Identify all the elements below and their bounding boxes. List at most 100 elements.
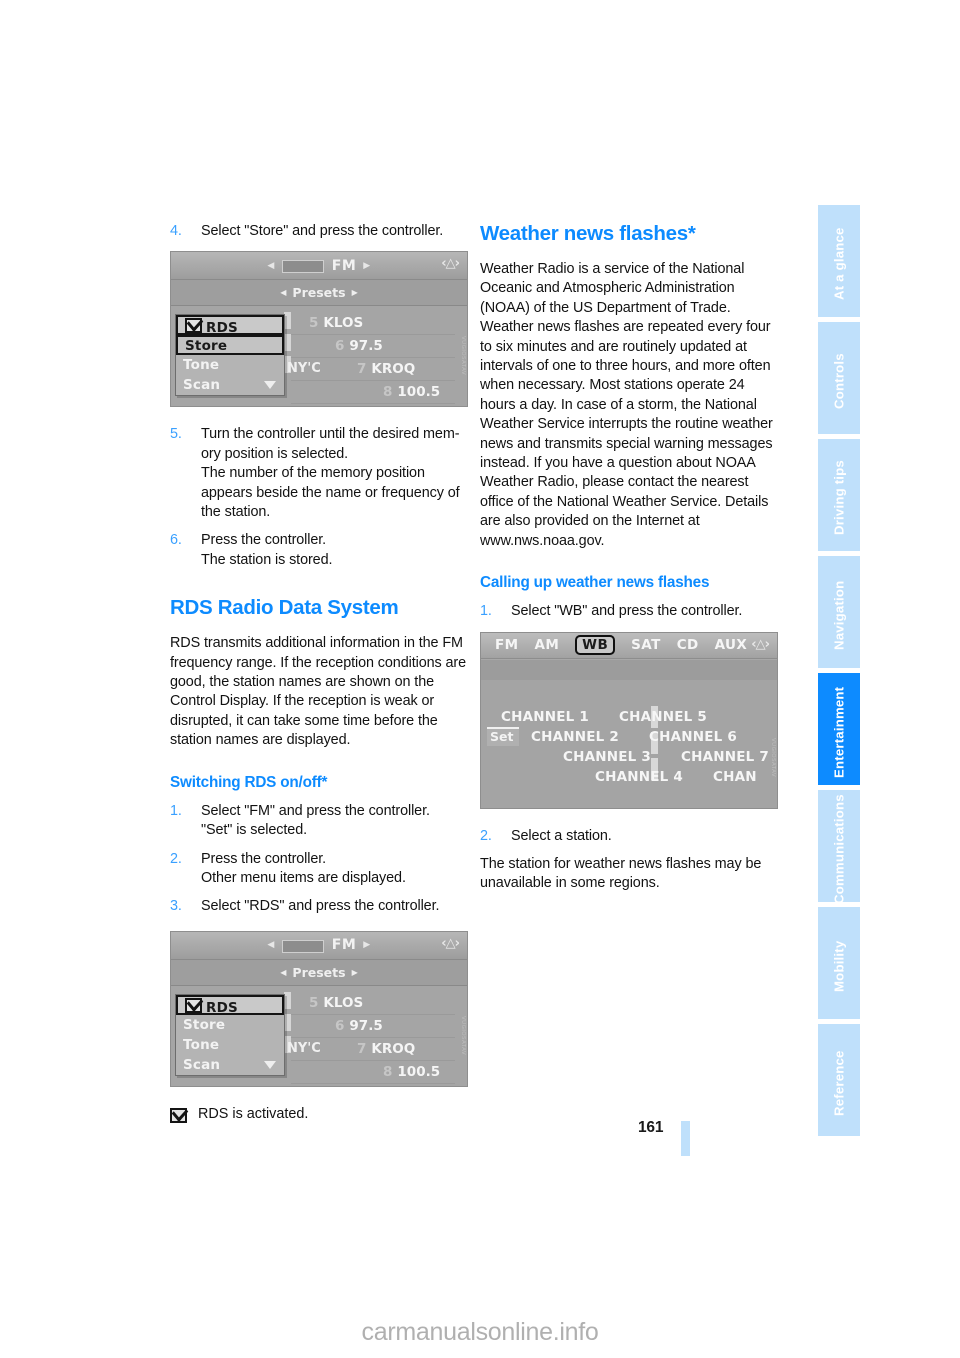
lcd-figure-store: ◀ FM ▶ ‹△› ◀ Presets ▶ 5 KLOS 6 97.5 7 K… [170,251,468,408]
lcd-figure-weather-band: FM AM WB SAT CD AUX ‹△› Set CHANNEL 1 CH… [480,631,778,809]
lcd-presets-bar: ◀ Presets ▶ [171,959,467,986]
right-arrow-icon: ▶ [363,940,371,951]
checkbox-checked-icon [185,318,202,334]
section-heading-rds: RDS Radio Data System [170,596,399,620]
step-number: 1. [480,603,492,620]
list-item: 6 97.5 [291,1015,455,1038]
tab-entertainment[interactable]: Entertainment [818,673,860,785]
channel-item: CHANNEL 2 [531,728,619,745]
step-text: Press the controller. [201,532,327,549]
section-heading-weather: Weather news flashes* [480,222,696,245]
subsection-heading-calling-up: Calling up weather news flashes [480,574,710,592]
lcd-presets-label: Presets [292,285,346,301]
lcd-set-tab: Set [487,726,520,746]
tab-communications[interactable]: Communications [818,790,860,904]
tab-driving-tips[interactable]: Driving tips [818,439,860,551]
lcd-scrollbar [284,306,291,406]
menu-item-scan: Scan [176,375,284,395]
preset-name: 100.5 [397,384,441,401]
step-text: Select "RDS" and press the controller. [201,898,440,915]
rds-activated-caption: RDS is activated. [170,1105,466,1124]
right-arrow-icon: ▶ [351,967,358,977]
step-number: 4. [170,223,182,239]
step-text: Turn the controller until the desired me… [201,426,460,443]
list-item: 8 100.5 [291,381,455,405]
tab-reference[interactable]: Reference [818,1024,860,1136]
preset-name: KROQ [371,1040,416,1057]
source-fm: FM [495,637,519,653]
checkbox-checked-icon [185,997,202,1013]
closing-paragraph: The station for weather news flashes may… [480,855,762,892]
step-number: 2. [170,850,182,867]
tab-at-a-glance[interactable]: At a glance [818,205,860,317]
channel-item: CHANNEL 1 [501,708,589,725]
menu-item-tone: Tone [176,1035,284,1055]
page-number: 161 [638,1119,664,1136]
chevron-down-icon [264,381,276,390]
step-number: 6. [170,532,182,549]
list-item: 8 100.5 [291,1061,455,1084]
step-text: Select "Store" and press the controller. [201,223,444,239]
step-text: ory position is selected. [201,445,349,462]
step-number: 3. [170,898,182,915]
lcd-top-bar: ◀ FM ▶ ‹△› [171,931,467,960]
list-item: 6 97.5 [291,335,455,359]
chevron-down-icon [264,1060,276,1069]
menu-item-label: Scan [183,377,221,394]
source-aux: AUX [714,637,748,653]
lcd-band-label: FM [331,257,357,274]
step-text: appears beside the name or frequency of [201,484,460,501]
figure-code: VUGIOSATAV [460,1015,466,1055]
tab-navigation[interactable]: Navigation [818,556,860,668]
rds-paragraph: RDS transmits additional information in … [170,635,466,749]
home-icon: ‹△› [751,636,770,652]
right-text-column: Weather news flashes* Weather Radio is a… [480,222,778,908]
tab-controls[interactable]: Controls [818,322,860,434]
menu-item-label: Store [185,338,228,355]
lcd-figure-rds: ◀ FM ▶ ‹△› ◀ Presets ▶ 5 KLOS 6 97.5 7 K… [170,930,468,1087]
home-icon: ‹△› [441,256,460,272]
step-text: Select a station. [511,827,612,844]
step-text: The station is stored. [201,551,333,568]
lcd-station-label: NY'C [287,1040,321,1056]
menu-item-label: Scan [183,1056,221,1073]
lcd-source-bar: FM AM WB SAT CD AUX ‹△› [481,632,777,659]
preset-name: 97.5 [349,338,383,355]
source-am: AM [534,637,560,653]
preset-name: KLOS [323,994,364,1011]
lcd-body: 5 KLOS 6 97.5 7 KROQ 8 100.5 NY'C RDS St… [171,306,467,407]
lcd-preset-list: 5 KLOS 6 97.5 7 KROQ 8 100.5 [291,992,455,1084]
preset-name: 97.5 [349,1017,383,1034]
preset-index: 6 [335,1017,345,1034]
list-item: 5 KLOS [291,992,455,1015]
figure-code: VUGIOSATAV [770,737,776,777]
step-item: 1. Select "WB" and press the controller. [480,602,776,621]
preset-index: 7 [357,361,367,378]
lcd-context-menu: RDS Store Tone Scan [175,993,285,1076]
left-arrow-icon: ◀ [280,288,287,298]
tab-mobility[interactable]: Mobility [818,907,860,1019]
list-item: 5 KLOS [291,312,455,336]
weather-paragraph: Weather Radio is a service of the Nation… [480,261,773,549]
home-icon: ‹△› [441,935,460,951]
step-number: 5. [170,426,182,443]
channel-item: CHANNEL 7 [681,748,769,765]
page-number-bar [681,1121,690,1156]
step-text: The number of the memory position [201,465,425,482]
figure-code: VUGIOSATAV [460,336,466,376]
menu-item-label: Tone [183,357,220,374]
source-wb: WB [575,635,616,655]
preset-index: 6 [335,338,345,355]
step-item: 2. Press the controller. Other menu item… [170,850,466,889]
menu-item-label: RDS [206,999,238,1016]
step-item: 2. Select a station. [480,827,776,846]
step-number: 1. [170,802,182,819]
step-text: "Set" is selected. [201,822,308,839]
lcd-top-bar: ◀ FM ▶ ‹△› [171,252,467,281]
menu-item-label: Store [183,1016,226,1033]
menu-item-rds: RDS [176,315,284,336]
lcd-spacer-bar [481,659,777,680]
left-arrow-icon: ◀ [267,940,275,951]
lcd-station-label: NY'C [287,361,321,377]
preset-index: 5 [309,315,319,332]
